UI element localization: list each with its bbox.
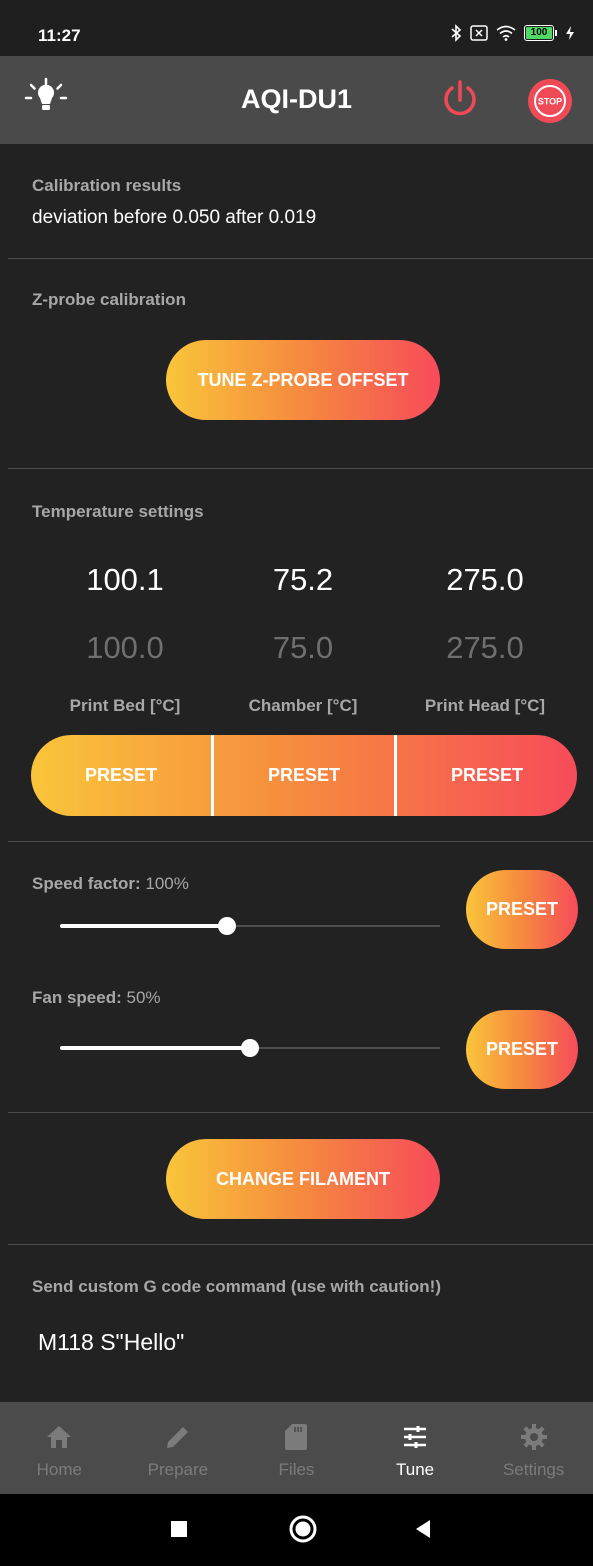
chamber-target-temp[interactable]: 75.0 <box>213 630 393 666</box>
fan-preset-button[interactable]: PRESET <box>466 1010 578 1089</box>
power-icon <box>444 80 476 116</box>
speed-factor-slider[interactable] <box>60 916 440 936</box>
emergency-stop-icon: STOP <box>528 79 572 123</box>
head-target-temp[interactable]: 275.0 <box>395 630 575 666</box>
slider-fill <box>60 1046 250 1050</box>
fan-speed-label: Fan speed: 50% <box>32 988 161 1008</box>
bed-temp-label: Print Bed [°C] <box>69 696 181 715</box>
stop-label: STOP <box>538 97 562 107</box>
system-nav-bar <box>0 1494 593 1566</box>
temp-column-head: 275.0 275.0 Print Head [°C] <box>395 562 575 716</box>
circle-icon <box>289 1515 317 1543</box>
nav-item-home[interactable]: Home <box>0 1402 119 1494</box>
nav-label-files: Files <box>278 1460 315 1479</box>
gcode-input[interactable] <box>38 1322 558 1362</box>
gear-icon <box>519 1422 549 1452</box>
charging-icon <box>566 26 574 40</box>
slider-fill <box>60 924 228 928</box>
page-title: AQI-DU1 <box>240 84 352 114</box>
divider <box>8 1112 593 1113</box>
divider <box>8 1244 593 1245</box>
speed-factor-label-text: Speed factor: <box>32 874 141 893</box>
speed-factor-label: Speed factor: 100% <box>32 874 189 894</box>
speed-factor-value: 100% <box>145 874 189 893</box>
tune-icon <box>400 1422 430 1452</box>
fan-speed-value: 50% <box>126 988 161 1007</box>
bed-target-temp[interactable]: 100.0 <box>35 630 215 666</box>
divider <box>8 841 593 842</box>
temperature-preset-bar: PRESET PRESET PRESET <box>31 735 577 816</box>
emergency-stop-button[interactable]: STOP <box>527 78 573 124</box>
head-actual-temp: 275.0 <box>446 562 524 597</box>
chamber-actual-temp: 75.2 <box>272 562 334 597</box>
temp-column-bed: 100.1 100.0 Print Bed [°C] <box>35 562 215 716</box>
status-time: 11:27 <box>38 26 81 45</box>
temp-column-chamber: 75.2 75.0 Chamber [°C] <box>213 562 393 716</box>
tune-z-probe-offset-button[interactable]: TUNE Z-PROBE OFFSET <box>166 340 440 420</box>
battery-icon: 100 <box>524 25 557 41</box>
pencil-icon <box>163 1422 193 1452</box>
back-triangle-icon <box>416 1520 430 1538</box>
nav-item-files[interactable]: Files <box>237 1402 356 1494</box>
recents-button[interactable] <box>170 1520 188 1543</box>
nav-label-home: Home <box>36 1460 82 1479</box>
nav-label-prepare: Prepare <box>147 1460 209 1479</box>
home-system-button[interactable] <box>288 1514 318 1549</box>
back-button[interactable] <box>414 1519 432 1544</box>
home-icon <box>44 1422 74 1452</box>
slider-thumb[interactable] <box>241 1039 259 1057</box>
fan-speed-slider[interactable] <box>60 1038 440 1058</box>
bluetooth-icon <box>451 24 462 42</box>
head-temp-label: Print Head [°C] <box>424 696 546 715</box>
square-icon <box>171 1521 187 1537</box>
bed-preset-button[interactable]: PRESET <box>31 735 211 816</box>
no-sim-icon <box>470 25 488 41</box>
change-filament-button[interactable]: CHANGE FILAMENT <box>166 1139 440 1219</box>
temperature-title: Temperature settings <box>32 502 204 521</box>
status-icons: 100 <box>450 24 575 42</box>
sd-card-icon <box>281 1422 311 1452</box>
chamber-temp-label: Chamber [°C] <box>248 696 358 715</box>
divider <box>8 258 593 259</box>
nav-item-settings[interactable]: Settings <box>474 1402 593 1494</box>
slider-thumb[interactable] <box>218 917 237 935</box>
divider <box>8 468 593 469</box>
speed-preset-button[interactable]: PRESET <box>466 870 578 949</box>
power-button[interactable] <box>438 78 482 122</box>
nav-label-settings: Settings <box>502 1460 565 1479</box>
bottom-nav: Home Prepare Files Tune Settings <box>0 1402 593 1494</box>
calibration-title: Calibration results <box>32 176 182 195</box>
nav-label-tune: Tune <box>396 1460 435 1479</box>
fan-speed-label-text: Fan speed: <box>32 988 122 1007</box>
status-bar: 11:27 100 <box>0 0 593 56</box>
chamber-preset-button[interactable]: PRESET <box>214 735 394 816</box>
bed-actual-temp: 100.1 <box>86 562 164 597</box>
calibration-text: deviation before 0.050 after 0.019 <box>32 207 317 228</box>
nav-item-prepare[interactable]: Prepare <box>119 1402 238 1494</box>
head-preset-button[interactable]: PRESET <box>397 735 577 816</box>
wifi-icon <box>496 25 516 41</box>
gcode-title: Send custom G code command (use with cau… <box>32 1277 441 1296</box>
app-bar: AQI-DU1 STOP <box>0 56 593 144</box>
nav-item-tune[interactable]: Tune <box>356 1402 475 1494</box>
zprobe-title: Z-probe calibration <box>32 290 186 309</box>
battery-level: 100 <box>526 27 552 39</box>
